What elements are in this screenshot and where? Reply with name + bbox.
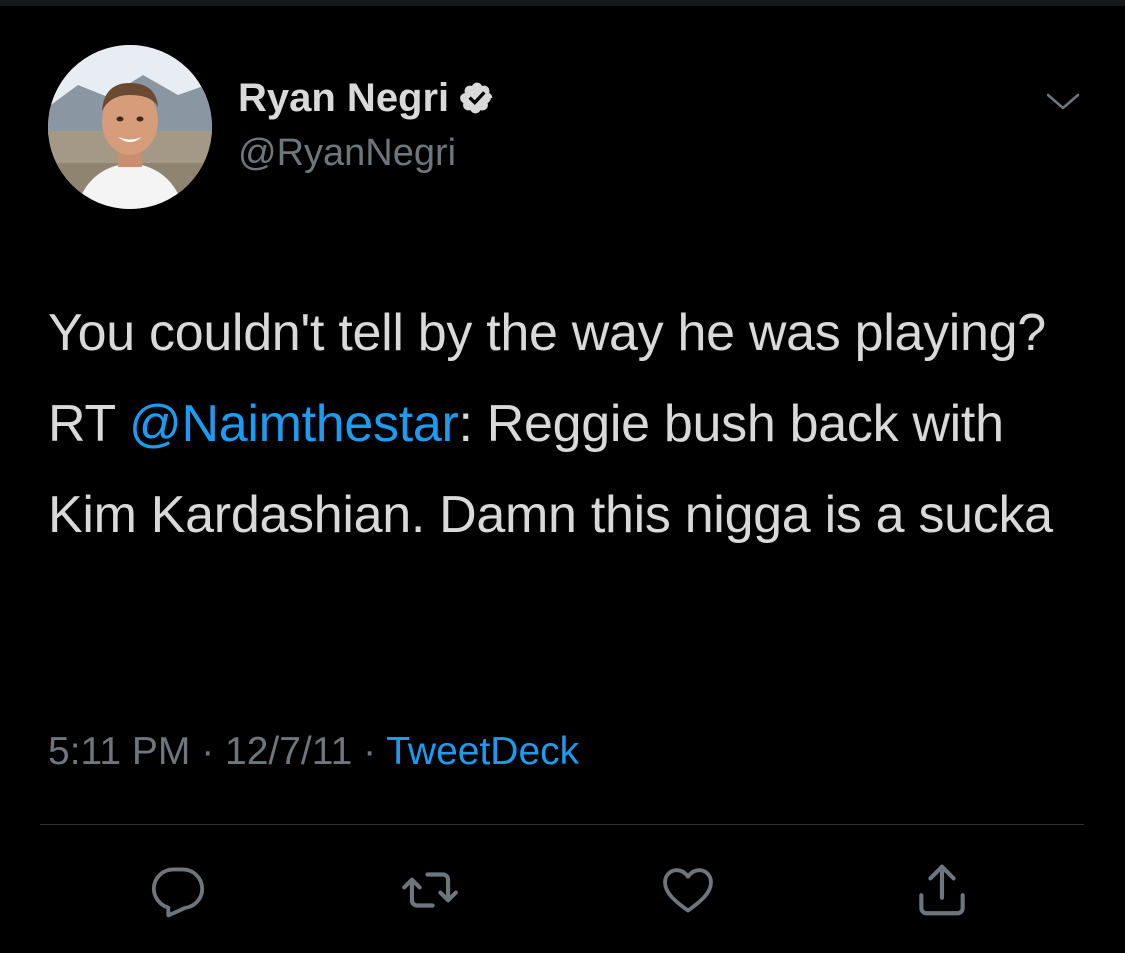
meta-separator: · [352, 730, 387, 773]
tweet-text: You couldn't tell by the way he was play… [48, 288, 1088, 561]
action-bar [0, 858, 1125, 928]
profile-photo-icon [48, 45, 212, 209]
author-handle[interactable]: @RyanNegri [238, 128, 456, 178]
tweet-time[interactable]: 5:11 PM [48, 730, 190, 773]
like-button[interactable] [656, 858, 720, 922]
tweet-meta: 5:11 PM · 12/7/11 · TweetDeck [48, 727, 579, 777]
tweet-date[interactable]: 12/7/11 [225, 730, 352, 773]
divider [40, 824, 1084, 825]
share-icon [919, 864, 965, 916]
top-strip [0, 0, 1125, 6]
mention-link[interactable]: @Naimthestar [129, 395, 459, 453]
tweet-source-link[interactable]: TweetDeck [386, 730, 579, 773]
retweet-icon [402, 872, 458, 908]
chevron-down-icon[interactable] [1046, 86, 1080, 116]
avatar[interactable] [48, 45, 212, 209]
verified-badge-icon [459, 80, 495, 116]
retweet-button[interactable] [398, 858, 462, 922]
heart-icon [663, 868, 713, 913]
reply-button[interactable] [146, 858, 210, 922]
meta-separator: · [190, 730, 226, 773]
reply-icon [151, 867, 205, 918]
author-display-name[interactable]: Ryan Negri [238, 72, 449, 124]
share-button[interactable] [910, 858, 974, 922]
author-name-row[interactable]: Ryan Negri [238, 72, 495, 124]
